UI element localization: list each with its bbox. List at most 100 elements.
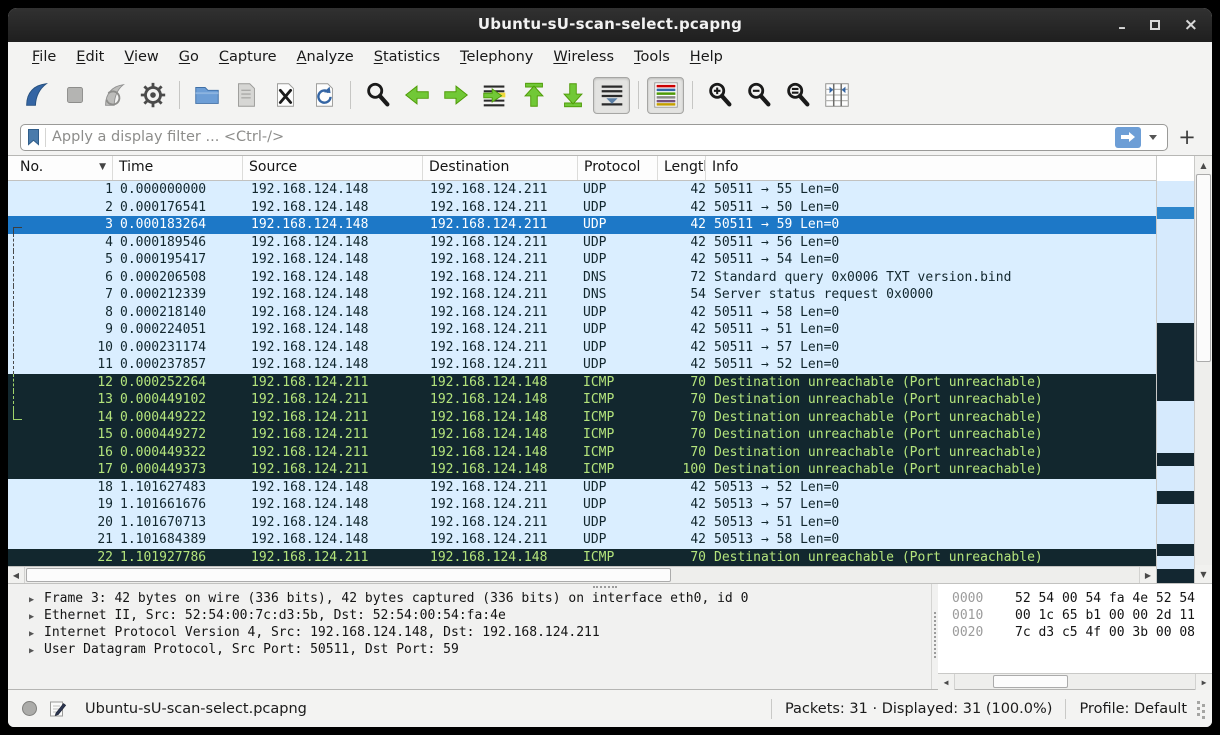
colorize-button[interactable] (647, 77, 684, 114)
packet-row-1[interactable]: 10.000000000192.168.124.148192.168.124.2… (8, 181, 1156, 199)
packet-row-13[interactable]: 130.000449102192.168.124.211192.168.124.… (8, 391, 1156, 409)
packet-row-20[interactable]: 201.101670713192.168.124.148192.168.124.… (8, 514, 1156, 532)
expander-icon[interactable]: ▶ (29, 646, 34, 656)
packet-row-5[interactable]: 50.000195417192.168.124.148192.168.124.2… (8, 251, 1156, 269)
packet-row-17[interactable]: 170.000449373192.168.124.211192.168.124.… (8, 461, 1156, 479)
column-header-protocol[interactable]: Protocol (578, 156, 658, 180)
packet-row-22[interactable]: 221.101927786192.168.124.211192.168.124.… (8, 549, 1156, 567)
capture-comment-icon[interactable] (49, 700, 67, 718)
packet-row-19[interactable]: 191.101661676192.168.124.148192.168.124.… (8, 496, 1156, 514)
capture-start-button[interactable] (17, 77, 54, 114)
packet-row-15[interactable]: 150.000449272192.168.124.211192.168.124.… (8, 426, 1156, 444)
go-last-button[interactable] (554, 77, 591, 114)
packet-row-10[interactable]: 100.000231174192.168.124.148192.168.124.… (8, 339, 1156, 357)
capture-restart-button[interactable] (95, 77, 132, 114)
packet-row-18[interactable]: 181.101627483192.168.124.148192.168.124.… (8, 479, 1156, 497)
packet-row-9[interactable]: 90.000224051192.168.124.148192.168.124.2… (8, 321, 1156, 339)
go-first-button[interactable] (515, 77, 552, 114)
expander-icon[interactable]: ▶ (29, 595, 34, 605)
hscroll-thumb[interactable] (26, 568, 671, 582)
display-filter-input[interactable]: Apply a display filter ... <Ctrl-/> (20, 124, 1168, 151)
hex-row[interactable]: 000052 54 00 54 fa 4e 52 54 (938, 591, 1212, 608)
packet-row-8[interactable]: 80.000218140192.168.124.148192.168.124.2… (8, 304, 1156, 322)
packet-row-16[interactable]: 160.000449322192.168.124.211192.168.124.… (8, 444, 1156, 462)
scroll-right-arrow-icon[interactable]: ▶ (1139, 567, 1156, 583)
packet-row-2[interactable]: 20.000176541192.168.124.148192.168.124.2… (8, 199, 1156, 217)
capture-stop-button[interactable] (56, 77, 93, 114)
intelligent-scrollbar-minimap[interactable] (1156, 156, 1194, 583)
column-header-info[interactable]: Info (706, 156, 1156, 180)
expander-icon[interactable]: ▶ (29, 612, 34, 622)
expander-icon[interactable]: ▶ (29, 629, 34, 639)
column-header-time[interactable]: Time (113, 156, 243, 180)
scroll-left-arrow-icon[interactable]: ◀ (8, 567, 25, 583)
detail-line-2[interactable]: ▶Internet Protocol Version 4, Src: 192.1… (8, 625, 931, 642)
packet-row-7[interactable]: 70.000212339192.168.124.148192.168.124.2… (8, 286, 1156, 304)
go-to-packet-button[interactable] (476, 77, 513, 114)
menu-view[interactable]: View (114, 45, 168, 69)
detail-line-0[interactable]: ▶Frame 3: 42 bytes on wire (336 bits), 4… (8, 591, 931, 608)
menu-analyze[interactable]: Analyze (287, 45, 364, 69)
menu-capture[interactable]: Capture (209, 45, 287, 69)
bytes-scroll-left-icon[interactable]: ◀ (938, 674, 955, 690)
filter-bookmark-icon[interactable] (26, 128, 41, 146)
scroll-down-arrow-icon[interactable]: ▼ (1195, 565, 1212, 583)
resize-grip[interactable] (1197, 707, 1200, 710)
packet-row-4[interactable]: 40.000189546192.168.124.148192.168.124.2… (8, 234, 1156, 252)
lower-panes: ▶Frame 3: 42 bytes on wire (336 bits), 4… (8, 583, 1212, 689)
menu-go[interactable]: Go (169, 45, 209, 69)
hex-row[interactable]: 001000 1c 65 b1 00 00 2d 11 (938, 608, 1212, 625)
expert-info-icon[interactable] (22, 701, 37, 716)
hex-row[interactable]: 00207c d3 c5 4f 00 3b 00 08 (938, 625, 1212, 642)
apply-filter-button[interactable] (1115, 127, 1141, 148)
file-reload-button[interactable] (305, 77, 342, 114)
menu-edit[interactable]: Edit (66, 45, 114, 69)
minimize-button[interactable]: – (1118, 20, 1126, 35)
capture-options-button[interactable] (134, 77, 171, 114)
packet-row-14[interactable]: 140.000449222192.168.124.211192.168.124.… (8, 409, 1156, 427)
zoom-in-button[interactable] (701, 77, 738, 114)
find-packet-button[interactable] (359, 77, 396, 114)
menu-tools[interactable]: Tools (624, 45, 680, 69)
menu-file[interactable]: File (22, 45, 66, 69)
filter-dropdown-caret[interactable] (1149, 135, 1157, 140)
file-close-button[interactable] (266, 77, 303, 114)
file-save-button[interactable] (227, 77, 264, 114)
maximize-button[interactable] (1150, 20, 1160, 30)
packet-row-21[interactable]: 211.101684389192.168.124.148192.168.124.… (8, 531, 1156, 549)
toolbar-separator (692, 81, 693, 109)
column-header-no[interactable]: No.▼ (8, 156, 113, 180)
detail-line-3[interactable]: ▶User Datagram Protocol, Src Port: 50511… (8, 642, 931, 659)
packet-row-6[interactable]: 60.000206508192.168.124.148192.168.124.2… (8, 269, 1156, 287)
status-filename[interactable]: Ubuntu-sU-scan-select.pcapng (85, 701, 307, 717)
packet-row-12[interactable]: 120.000252264192.168.124.211192.168.124.… (8, 374, 1156, 392)
packet-row-3[interactable]: 30.000183264192.168.124.148192.168.124.2… (8, 216, 1156, 234)
add-filter-button[interactable]: + (1174, 124, 1200, 151)
zoom-out-button[interactable] (740, 77, 777, 114)
detail-line-1[interactable]: ▶Ethernet II, Src: 52:54:00:7c:d3:5b, Ds… (8, 608, 931, 625)
zoom-original-button[interactable] (779, 77, 816, 114)
bytes-hscroll-thumb[interactable] (993, 675, 1068, 688)
pane-splitter[interactable] (931, 584, 938, 689)
packet-row-11[interactable]: 110.000237857192.168.124.148192.168.124.… (8, 356, 1156, 374)
vscroll-thumb[interactable] (1196, 174, 1211, 362)
menu-telephony[interactable]: Telephony (450, 45, 543, 69)
status-profile[interactable]: Profile: Default (1079, 701, 1187, 717)
column-header-source[interactable]: Source (243, 156, 423, 180)
packet-list-vscrollbar[interactable]: ▲ ▼ (1194, 156, 1212, 583)
go-back-button[interactable] (398, 77, 435, 114)
resize-columns-button[interactable] (818, 77, 855, 114)
menu-wireless[interactable]: Wireless (543, 45, 624, 69)
menu-help[interactable]: Help (680, 45, 733, 69)
column-header-destination[interactable]: Destination (423, 156, 578, 180)
close-button[interactable]: × (1184, 17, 1198, 34)
column-header-length[interactable]: Length (658, 156, 706, 180)
scroll-up-arrow-icon[interactable]: ▲ (1195, 156, 1212, 174)
go-forward-button[interactable] (437, 77, 474, 114)
file-open-button[interactable] (188, 77, 225, 114)
bytes-hscrollbar[interactable]: ◀ ▶ (938, 673, 1212, 689)
menu-statistics[interactable]: Statistics (364, 45, 450, 69)
auto-scroll-button[interactable] (593, 77, 630, 114)
bytes-scroll-right-icon[interactable]: ▶ (1195, 674, 1212, 690)
packet-list-hscrollbar[interactable]: ◀ ▶ (8, 566, 1156, 583)
